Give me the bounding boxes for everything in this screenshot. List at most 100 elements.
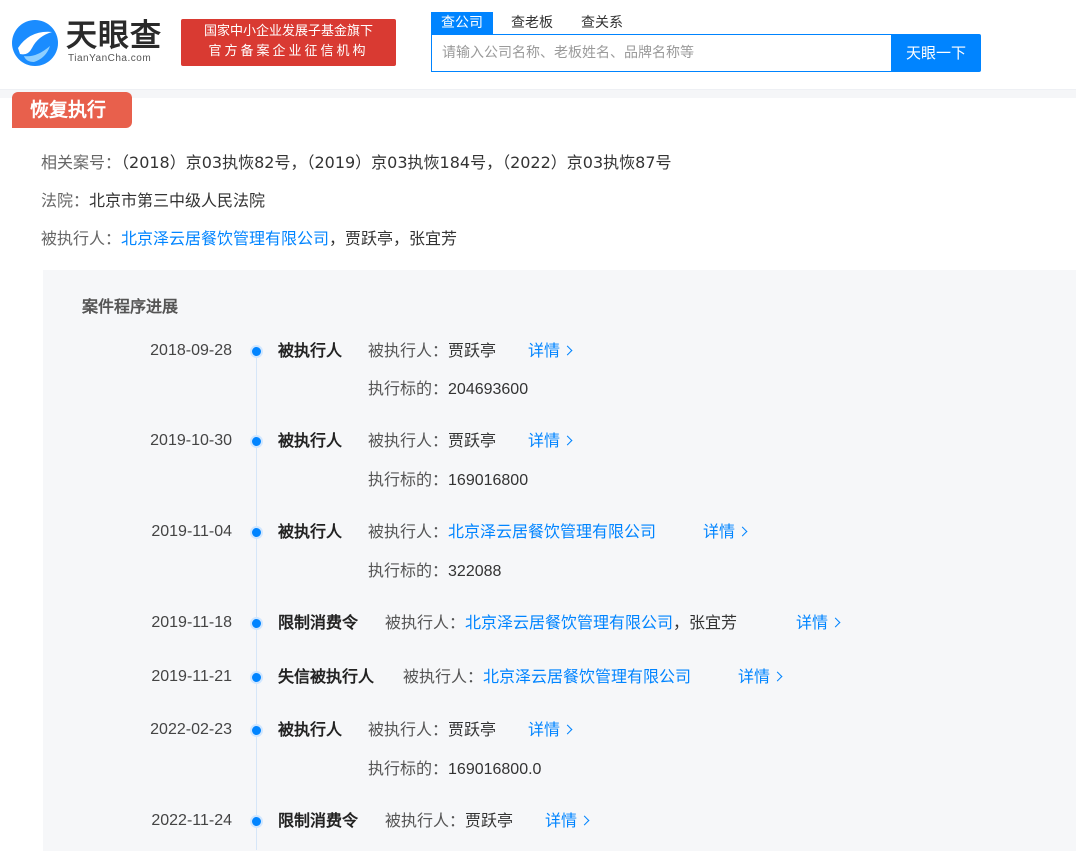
timeline-dot-icon <box>250 526 263 539</box>
section-divider <box>0 90 1076 98</box>
chevron-right-icon <box>562 724 573 735</box>
official-badge-line1: 国家中小企业发展子基金旗下 <box>203 24 373 39</box>
entry-amount-label: 执行标的： <box>368 470 449 489</box>
detail-link[interactable]: 详情 <box>738 666 783 688</box>
entry-amount: 执行标的：169016800 <box>368 469 528 492</box>
detail-link[interactable]: 详情 <box>528 430 573 452</box>
timeline-entry: 2022-11-24 限制消费令 被执行人：贾跃亭 详情 <box>43 810 1076 840</box>
detail-link-label: 详情 <box>545 811 578 830</box>
entry-amount-label: 执行标的： <box>368 759 449 778</box>
official-badge: 国家中小企业发展子基金旗下 官方备案企业征信机构 <box>181 19 396 66</box>
detail-link-label: 详情 <box>738 667 771 686</box>
entry-party-name: 贾跃亭 <box>448 341 497 360</box>
detail-link[interactable]: 详情 <box>796 612 841 634</box>
chevron-right-icon <box>830 617 841 628</box>
tianyancha-logo[interactable]: 天眼查 TianYanCha.com <box>10 18 170 68</box>
entry-type: 被执行人 <box>278 522 343 541</box>
logo-text: 天眼查 <box>66 18 162 54</box>
entry-party: 被执行人：北京泽云居餐饮管理有限公司 <box>368 521 656 543</box>
entry-date: 2022-02-23 <box>150 721 232 738</box>
entry-date: 2019-11-04 <box>151 523 232 540</box>
entry-amount: 执行标的：322088 <box>368 560 501 583</box>
search-input[interactable] <box>432 35 892 71</box>
timeline-dot-icon <box>250 345 263 358</box>
entry-amount-label: 执行标的： <box>368 379 449 398</box>
entry-party: 被执行人：北京泽云居餐饮管理有限公司 <box>403 666 691 688</box>
timeline-entry: 2019-11-21 失信被执行人 被执行人：北京泽云居餐饮管理有限公司 详情 <box>43 666 1076 696</box>
detail-link-label: 详情 <box>528 720 561 739</box>
entry-party-label: 被执行人： <box>368 341 449 360</box>
search-button[interactable]: 天眼一下 <box>891 34 981 72</box>
detail-link[interactable]: 详情 <box>703 521 748 543</box>
timeline-line <box>256 350 257 850</box>
case-number-value: （2018）京03执恢82号，（2019）京03执恢184号，（2022）京03… <box>121 153 672 172</box>
timeline-dot-icon <box>250 671 263 684</box>
entry-type: 被执行人 <box>278 341 343 360</box>
entry-party-name: 贾跃亭 <box>465 811 514 830</box>
entry-party: 被执行人：贾跃亭 <box>368 340 496 362</box>
entry-date: 2019-10-30 <box>150 432 232 449</box>
tab-company[interactable]: 查公司 <box>431 12 493 34</box>
entry-party: 被执行人：北京泽云居餐饮管理有限公司，张宜芳 <box>385 612 737 634</box>
entry-amount: 执行标的：169016800.0 <box>368 758 541 781</box>
court-row: 法院：北京市第三中级人民法院 <box>41 187 265 211</box>
entry-amount: 执行标的：204693600 <box>368 378 528 401</box>
entry-date: 2019-11-21 <box>151 668 232 685</box>
logo-domain: TianYanCha.com <box>68 53 152 64</box>
chevron-right-icon <box>772 671 783 682</box>
executed-party-row: 被执行人：北京泽云居餐饮管理有限公司，贾跃亭，张宜芳 <box>41 225 457 249</box>
tab-boss[interactable]: 查老板 <box>511 12 553 34</box>
entry-date: 2022-11-24 <box>151 812 232 829</box>
court-label: 法院： <box>41 191 90 210</box>
case-number-row: 相关案号：（2018）京03执恢82号，（2019）京03执恢184号，（202… <box>41 149 672 173</box>
timeline-entry: 2019-11-04 被执行人 被执行人：北京泽云居餐饮管理有限公司 详情 <box>43 521 1076 551</box>
detail-link[interactable]: 详情 <box>528 719 573 741</box>
detail-link[interactable]: 详情 <box>545 810 590 832</box>
entry-company-link[interactable]: 北京泽云居餐饮管理有限公司 <box>448 522 656 541</box>
entry-type: 被执行人 <box>278 720 343 739</box>
entry-amount-label: 执行标的： <box>368 561 449 580</box>
entry-party: 被执行人：贾跃亭 <box>368 719 496 741</box>
chevron-right-icon <box>562 345 573 356</box>
detail-link-label: 详情 <box>703 522 736 541</box>
entry-party: 被执行人：贾跃亭 <box>368 430 496 452</box>
entry-party-label: 被执行人： <box>403 667 484 686</box>
timeline-entry: 2018-09-28 被执行人 被执行人：贾跃亭 详情 <box>43 340 1076 370</box>
chevron-right-icon <box>579 815 590 826</box>
detail-link[interactable]: 详情 <box>528 340 573 362</box>
entry-type: 被执行人 <box>278 431 343 450</box>
tab-relation[interactable]: 查关系 <box>581 12 623 34</box>
logo-mark-icon <box>12 20 58 66</box>
detail-link-label: 详情 <box>528 341 561 360</box>
entry-date: 2019-11-18 <box>151 614 232 631</box>
case-number-label: 相关案号： <box>41 153 122 172</box>
entry-company-link[interactable]: 北京泽云居餐饮管理有限公司 <box>483 667 691 686</box>
executed-company-link[interactable]: 北京泽云居餐饮管理有限公司 <box>121 229 329 248</box>
entry-party-extra: ，张宜芳 <box>673 613 738 632</box>
timeline-panel: 案件程序进展 2018-09-28 被执行人 被执行人：贾跃亭 详情 执行标的：… <box>43 270 1076 851</box>
executed-party-rest: ，贾跃亭，张宜芳 <box>329 229 458 248</box>
court-value: 北京市第三中级人民法院 <box>89 191 266 210</box>
entry-party-label: 被执行人： <box>368 522 449 541</box>
entry-date: 2018-09-28 <box>150 342 232 359</box>
detail-link-label: 详情 <box>528 431 561 450</box>
entry-party-label: 被执行人： <box>368 720 449 739</box>
entry-type: 限制消费令 <box>278 613 359 632</box>
timeline-dot-icon <box>250 724 263 737</box>
chevron-right-icon <box>737 526 748 537</box>
section-title: 恢复执行 <box>12 92 132 128</box>
entry-party-name: 贾跃亭 <box>448 431 497 450</box>
entry-type: 失信被执行人 <box>278 667 375 686</box>
entry-company-link[interactable]: 北京泽云居餐饮管理有限公司 <box>465 613 673 632</box>
entry-amount-value: 169016800.0 <box>448 761 542 778</box>
entry-party-label: 被执行人： <box>385 613 466 632</box>
entry-amount-value: 169016800 <box>448 472 529 489</box>
timeline-title: 案件程序进展 <box>82 297 179 316</box>
official-badge-line2: 官方备案企业征信机构 <box>208 44 369 59</box>
executed-party-label: 被执行人： <box>41 229 122 248</box>
entry-amount-value: 204693600 <box>448 381 529 398</box>
search-box <box>431 34 892 72</box>
entry-party: 被执行人：贾跃亭 <box>385 810 513 832</box>
top-header: 天眼查 TianYanCha.com 国家中小企业发展子基金旗下 官方备案企业征… <box>0 0 1076 90</box>
timeline-entry: 2019-11-18 限制消费令 被执行人：北京泽云居餐饮管理有限公司，张宜芳 … <box>43 612 1076 642</box>
